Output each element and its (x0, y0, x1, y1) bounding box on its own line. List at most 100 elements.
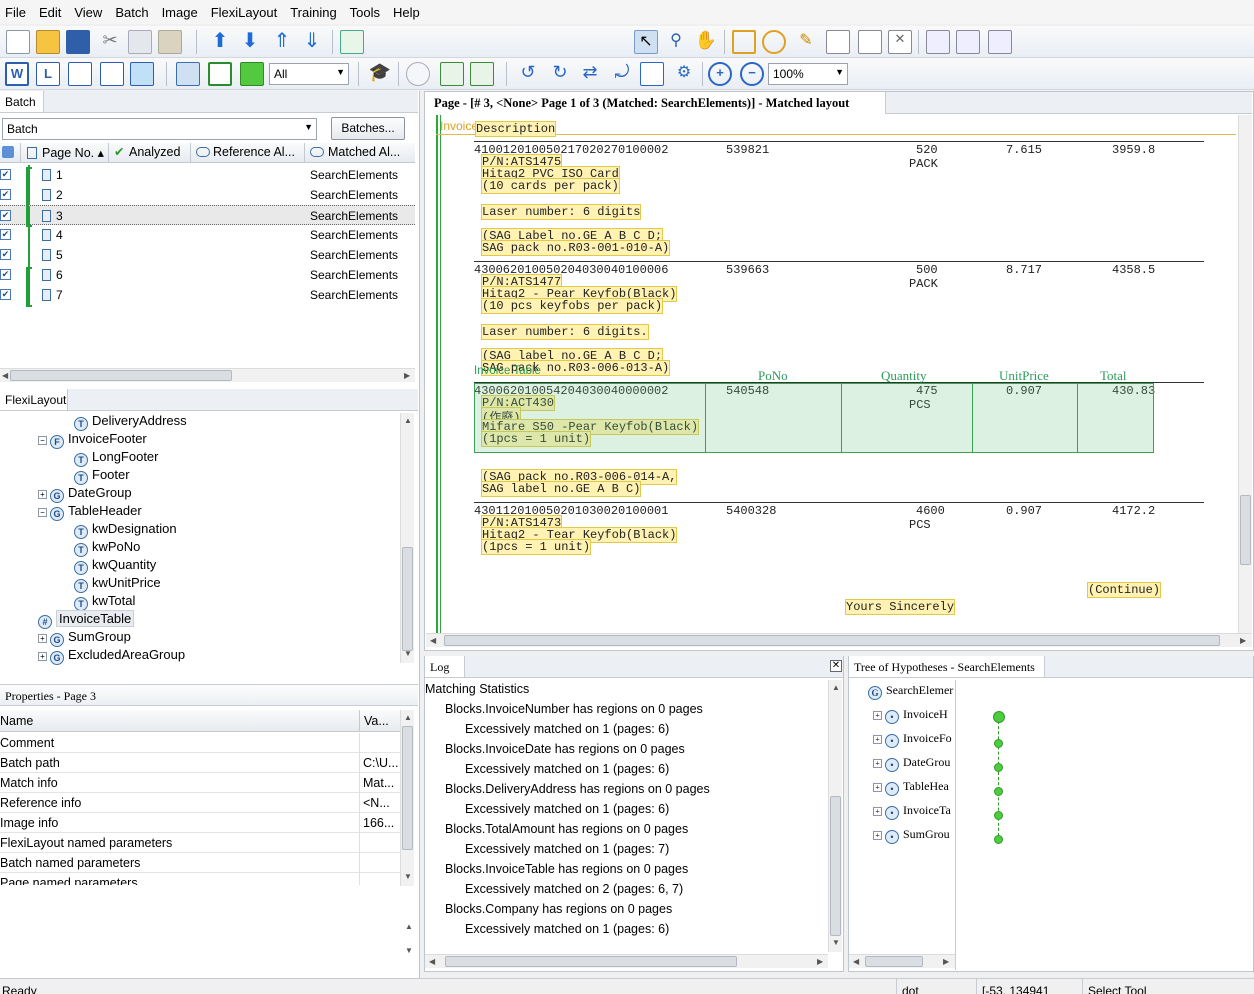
close-log-icon[interactable]: ✕ (830, 660, 842, 672)
filter-select[interactable]: All ▼ (269, 63, 349, 85)
col-value[interactable]: Va... (364, 714, 389, 728)
hyp-node[interactable]: + • InvoiceTa (873, 803, 955, 821)
tree-node[interactable]: TkwDesignation (74, 521, 177, 539)
page-properties-icon[interactable] (640, 62, 664, 86)
hypothesis-node[interactable] (993, 711, 1005, 723)
menu-image[interactable]: Image (157, 5, 206, 20)
image-settings-icon[interactable]: ⚙ (672, 62, 696, 86)
batch-row[interactable]: ✔ 1 SearchElements (0, 165, 415, 185)
expand-toggle[interactable]: − (38, 508, 47, 517)
move-up-icon[interactable]: ⬆ (208, 30, 232, 54)
tree-node[interactable]: + G ExcludedAreaGroup (38, 647, 185, 665)
property-row[interactable]: Match info Mat... (0, 773, 400, 793)
batch-row[interactable]: ✔ 2 SearchElements (0, 185, 415, 205)
expand-toggle[interactable]: + (38, 490, 47, 499)
table-view-icon[interactable] (68, 62, 92, 86)
open-folder-icon[interactable] (36, 30, 60, 54)
expand-toggle[interactable]: + (873, 783, 882, 792)
expand-toggle[interactable]: + (873, 831, 882, 840)
invoice-table-region[interactable] (474, 383, 1154, 453)
batches-button[interactable]: Batches... (331, 117, 405, 140)
zoom-out-icon[interactable]: − (740, 62, 764, 86)
batch-hscroll[interactable]: ◀ ▶ (0, 368, 415, 382)
picture-view-icon[interactable] (130, 62, 154, 86)
table-row-icon[interactable] (956, 30, 980, 54)
compass-icon[interactable]: ⚲ (664, 30, 688, 54)
expand-toggle[interactable]: + (873, 711, 882, 720)
tree-node[interactable]: TkwQuantity (74, 557, 156, 575)
property-row[interactable]: Image info 166... (0, 813, 400, 833)
tree-node[interactable]: T Footer (74, 467, 130, 485)
property-row[interactable]: FlexiLayout named parameters (0, 833, 400, 853)
row-checkbox[interactable]: ✔ (0, 210, 11, 221)
training-cap-icon[interactable]: 🎓 (368, 62, 392, 86)
copy-icon[interactable] (128, 30, 152, 54)
row-checkbox[interactable]: ✔ (0, 189, 11, 200)
col-page-no[interactable]: Page No. ▴ (42, 145, 104, 160)
hyp-root[interactable]: G SearchElemer (868, 683, 954, 701)
hyp-node[interactable]: + • InvoiceH (873, 707, 955, 725)
row-checkbox[interactable]: ✔ (0, 249, 11, 260)
flip-icon[interactable]: ⇄ (578, 62, 602, 86)
hypothesis-node[interactable] (994, 787, 1003, 796)
expand-toggle[interactable]: − (38, 436, 47, 445)
tree-node[interactable]: T DeliveryAddress (74, 413, 187, 431)
split-region-icon[interactable] (858, 30, 882, 54)
add-region-icon[interactable] (826, 30, 850, 54)
menu-batch[interactable]: Batch (110, 5, 156, 20)
expand-toggle[interactable]: + (873, 735, 882, 744)
tab-batch[interactable]: Batch (0, 91, 44, 113)
new-icon[interactable] (6, 30, 30, 54)
menu-training[interactable]: Training (285, 5, 344, 20)
tree-node[interactable]: + G DateGroup (38, 485, 132, 503)
tab-flexilayout[interactable]: FlexiLayout (0, 389, 68, 411)
hypothesis-node[interactable] (994, 835, 1003, 844)
distribute-icon[interactable] (470, 62, 494, 86)
tab-log[interactable]: Log (425, 656, 465, 678)
expand-toggle[interactable]: + (38, 652, 47, 661)
expand-toggle[interactable]: + (873, 759, 882, 768)
menu-file[interactable]: File (0, 5, 34, 20)
menu-edit[interactable]: Edit (34, 5, 69, 20)
menu-tools[interactable]: Tools (345, 5, 388, 20)
tree-node[interactable]: T LongFooter (74, 449, 159, 467)
batch-row[interactable]: ✔ 5 SearchElements (0, 245, 415, 265)
property-row[interactable]: Comment (0, 733, 400, 753)
table-delete-icon[interactable] (988, 30, 1012, 54)
tree-node[interactable]: − G TableHeader (38, 503, 142, 521)
hypothesis-node[interactable] (994, 739, 1003, 748)
element-view-icon[interactable] (240, 62, 264, 86)
move-last-icon[interactable]: ⇓ (300, 30, 324, 54)
tree-node[interactable]: TkwUnitPrice (74, 575, 161, 593)
col-name[interactable]: Name (0, 714, 33, 728)
word-view-icon[interactable]: W (5, 62, 29, 86)
paste-icon[interactable] (158, 30, 182, 54)
zoom-in-icon[interactable]: + (708, 62, 732, 86)
block-view-icon[interactable] (176, 62, 200, 86)
hypothesis-node[interactable] (994, 811, 1003, 820)
col-matched[interactable]: Matched Al... (328, 145, 400, 159)
menu-help[interactable]: Help (388, 5, 428, 20)
align-icon[interactable] (440, 62, 464, 86)
page-vscroll[interactable] (1238, 115, 1252, 633)
rotate-left-icon[interactable]: ↺ (516, 62, 540, 86)
save-icon[interactable] (66, 30, 90, 54)
batch-row[interactable]: ✔ 7 SearchElements (0, 285, 415, 305)
tree-node[interactable]: # InvoiceTable (38, 610, 135, 629)
row-checkbox[interactable]: ✔ (0, 229, 11, 240)
log-vscroll[interactable]: ▲ ▼ (828, 680, 842, 952)
menu-flexilayout[interactable]: FlexiLayout (206, 5, 285, 20)
hyp-node[interactable]: + • SumGrou (873, 827, 955, 845)
property-row[interactable]: Batch path C:\U... (0, 753, 400, 773)
rotate-right-icon[interactable]: ↻ (548, 62, 572, 86)
zoom-region-icon[interactable] (762, 30, 786, 54)
property-row[interactable]: Page named parameters (0, 873, 400, 885)
region-icon[interactable] (732, 30, 756, 54)
batch-row[interactable]: ✔ 6 SearchElements (0, 265, 415, 285)
col-reference[interactable]: Reference Al... (213, 145, 295, 159)
zoom-select[interactable]: 100% ▼ (768, 63, 848, 85)
log-hscroll[interactable]: ◀ ▶ (425, 954, 828, 968)
tree-node[interactable]: TkwPoNo (74, 539, 140, 557)
list-icon[interactable] (406, 62, 430, 86)
tree-node[interactable]: TkwTotal (74, 593, 135, 611)
